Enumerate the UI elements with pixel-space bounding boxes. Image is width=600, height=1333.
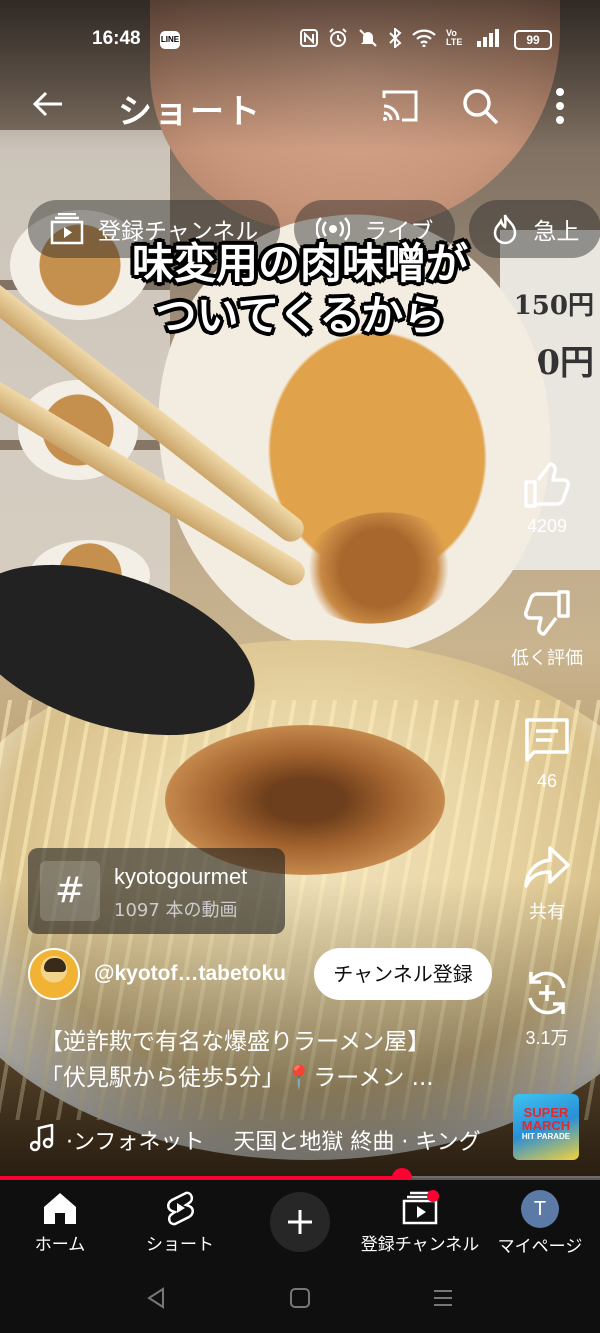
nav-label: マイページ bbox=[497, 1237, 583, 1257]
nav-label: ショート bbox=[146, 1235, 214, 1255]
signal-icon bbox=[477, 29, 499, 47]
alarm-icon bbox=[329, 28, 347, 47]
like-button[interactable]: 4209 bbox=[507, 460, 587, 537]
music-note-icon bbox=[30, 1124, 54, 1152]
system-navigation-bar bbox=[0, 1265, 600, 1333]
channel-handle[interactable]: @kyotof…tabetoku bbox=[94, 962, 286, 986]
caption-line: ついてくるから bbox=[154, 291, 446, 340]
remix-button[interactable]: 3.1万 bbox=[507, 968, 587, 1050]
nav-my-page[interactable]: T マイページ bbox=[475, 1190, 600, 1257]
thumb-down-icon bbox=[524, 590, 570, 636]
nfc-icon bbox=[300, 29, 318, 47]
volte-icon: Vo LTE bbox=[446, 28, 463, 47]
bluetooth-icon bbox=[389, 28, 402, 48]
music-album-art[interactable]: SUPER MARCH HIT PARADE bbox=[513, 1094, 579, 1160]
album-art-title: SUPER MARCH bbox=[521, 1105, 571, 1133]
remix-icon bbox=[528, 971, 566, 1015]
hashtag-name: kyotogourmet bbox=[114, 864, 248, 889]
mute-icon bbox=[359, 29, 377, 47]
music-row[interactable]: ·ンフォネット 天国と地獄 終曲 · キング bbox=[30, 1122, 510, 1156]
music-title: ·ンフォネット 天国と地獄 終曲 · キング bbox=[66, 1130, 481, 1155]
nav-home[interactable]: ホーム bbox=[0, 1190, 125, 1255]
line-icon: LINE bbox=[160, 31, 180, 49]
share-icon bbox=[524, 846, 570, 888]
new-content-dot bbox=[427, 1190, 439, 1202]
battery-icon: 99 bbox=[514, 30, 552, 50]
hashtag-card[interactable]: # kyotogourmet 1097 本の動画 bbox=[28, 848, 285, 934]
top-app-bar: ショート bbox=[0, 78, 600, 138]
video-title-line: 【逆詐欺で有名な爆盛りラーメン屋】 bbox=[40, 1029, 431, 1055]
video-caption-overlay: 味変用の肉味噌が ついてくるから bbox=[0, 238, 600, 342]
nav-shorts[interactable]: ショート bbox=[115, 1190, 245, 1255]
dislike-label: 低く評価 bbox=[511, 648, 583, 668]
clock: 16:48 bbox=[92, 28, 141, 49]
shorts-icon bbox=[167, 1191, 194, 1226]
wifi-icon bbox=[412, 29, 436, 47]
status-bar: 16:48 LINE Vo LTE 99 bbox=[0, 20, 600, 60]
back-arrow-icon[interactable] bbox=[28, 84, 68, 124]
system-home-icon[interactable] bbox=[289, 1287, 311, 1309]
share-button[interactable]: 共有 bbox=[507, 842, 587, 924]
remix-count: 3.1万 bbox=[525, 1028, 569, 1048]
more-vert-icon[interactable] bbox=[545, 84, 575, 128]
comments-button[interactable]: 46 bbox=[507, 715, 587, 792]
album-art-subtitle: HIT PARADE bbox=[521, 1132, 571, 1141]
video-title-line: 「伏見駅から徒歩5分」📍ラーメン ... bbox=[40, 1065, 434, 1091]
home-icon bbox=[44, 1193, 76, 1224]
search-icon[interactable] bbox=[460, 86, 500, 126]
channel-avatar[interactable] bbox=[28, 948, 80, 1000]
create-icon bbox=[288, 1210, 312, 1234]
nav-label: ホーム bbox=[34, 1235, 86, 1255]
system-recents-icon[interactable] bbox=[432, 1287, 454, 1309]
caption-line: 味変用の肉味噌が bbox=[131, 239, 468, 288]
video-title[interactable]: 【逆詐欺で有名な爆盛りラーメン屋】 「伏見駅から徒歩5分」📍ラーメン ... bbox=[40, 1024, 485, 1096]
thumb-up-icon bbox=[524, 462, 570, 508]
hashtag-icon: # bbox=[40, 861, 100, 921]
dislike-button[interactable]: 低く評価 bbox=[507, 588, 587, 670]
subscribe-button[interactable]: チャンネル登録 bbox=[314, 948, 492, 1000]
share-label: 共有 bbox=[529, 902, 565, 922]
like-count: 4209 bbox=[526, 516, 568, 536]
nav-subscriptions[interactable]: 登録チャンネル bbox=[355, 1190, 485, 1255]
page-title: ショート bbox=[118, 92, 262, 132]
bottom-navigation: ホーム ショート 登録チャンネル T マイページ bbox=[0, 1180, 600, 1265]
comment-count: 46 bbox=[536, 771, 558, 791]
system-back-icon[interactable] bbox=[145, 1287, 167, 1309]
hashtag-video-count: 1097 本の動画 bbox=[114, 900, 238, 921]
nav-label: 登録チャンネル bbox=[360, 1235, 480, 1255]
comment-icon bbox=[525, 718, 569, 762]
create-button[interactable] bbox=[270, 1192, 330, 1252]
avatar: T bbox=[521, 1190, 559, 1228]
cast-icon[interactable] bbox=[380, 88, 420, 124]
